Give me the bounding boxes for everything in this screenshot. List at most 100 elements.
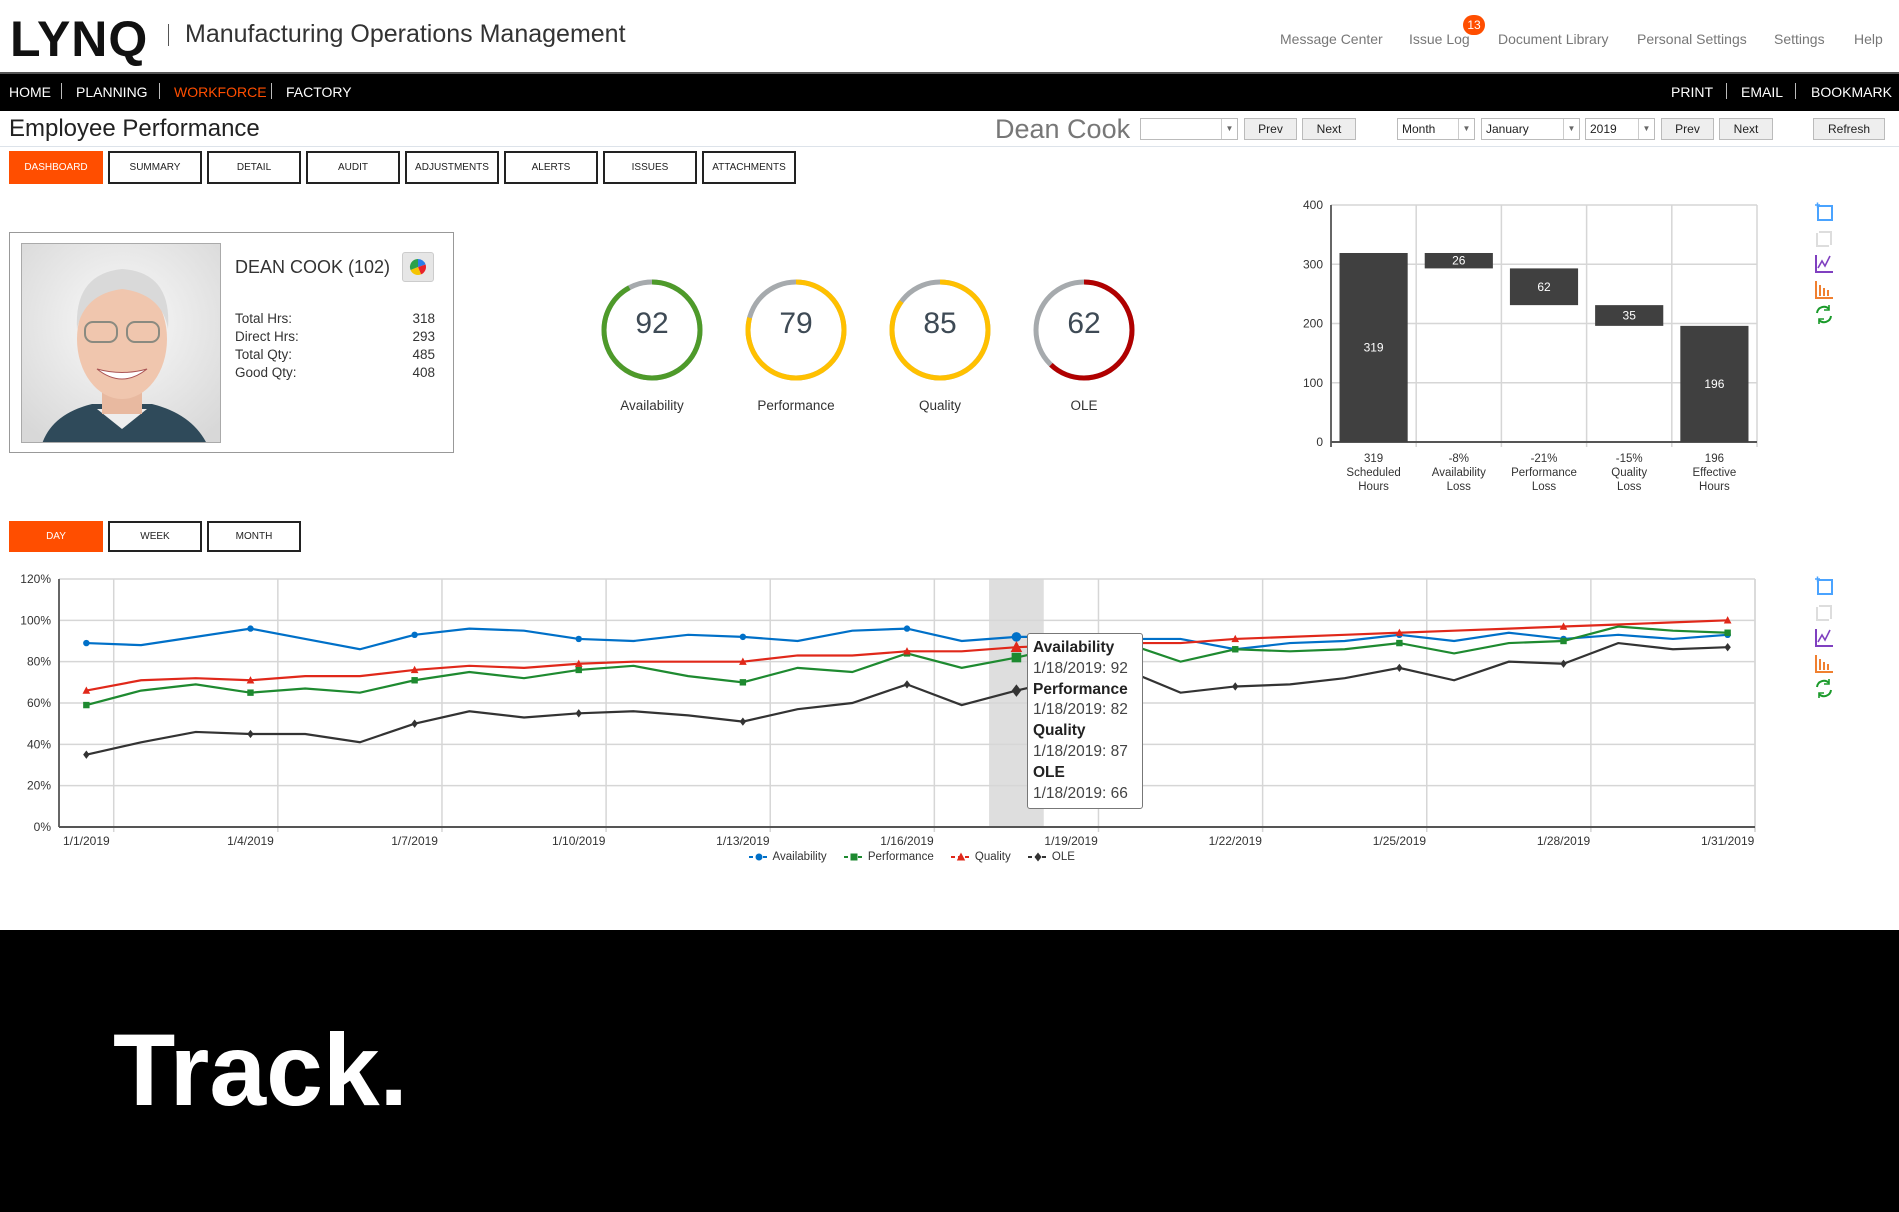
reset-zoom-icon[interactable] — [1812, 227, 1836, 249]
x-tick-label: Performance — [1511, 467, 1577, 479]
prev-period-button[interactable]: Prev — [1661, 118, 1714, 140]
footer-banner: Track. — [0, 930, 1899, 1212]
point-marker — [1011, 632, 1022, 642]
gauge-value: 62 — [1067, 307, 1101, 340]
point-marker — [739, 679, 747, 686]
divider — [0, 146, 1899, 147]
stat-label: Total Qty: — [235, 347, 293, 362]
nav-home[interactable]: HOME — [9, 84, 51, 100]
bar-chart-icon[interactable] — [1812, 278, 1836, 300]
year-select[interactable]: 2019 ▼ — [1585, 118, 1655, 140]
message-center-link[interactable]: Message Center — [1280, 31, 1383, 47]
refresh-icon[interactable] — [1812, 677, 1836, 699]
gauge-label: Performance — [757, 398, 835, 413]
year-value: 2019 — [1590, 122, 1617, 136]
next-employee-button[interactable]: Next — [1302, 118, 1356, 140]
tab-audit[interactable]: AUDIT — [306, 151, 400, 184]
nav-factory[interactable]: FACTORY — [286, 84, 352, 100]
gauge-value: 79 — [779, 307, 813, 340]
x-tick-label: 1/10/2019 — [552, 834, 606, 848]
legend-item-performance[interactable]: Performance — [843, 851, 934, 863]
x-tick-label: 1/22/2019 — [1209, 834, 1263, 848]
app-title: Manufacturing Operations Management — [185, 20, 626, 48]
x-tick-label: Availability — [1432, 467, 1486, 479]
zoom-icon[interactable] — [1812, 575, 1836, 597]
employee-name-heading: Dean Cook — [995, 114, 1131, 144]
waterfall-chart: 0 100 200 300 400 319 319 Scheduled Hours 26 -8% Av… — [1303, 198, 1758, 493]
period-tab-week[interactable]: WEEK — [108, 521, 202, 552]
chevron-down-icon: ▼ — [1221, 119, 1237, 139]
x-tick-label: 196 — [1705, 453, 1724, 465]
chart-legend: Availability Performance Quality OLE — [748, 851, 1091, 863]
chart-tooltip: Availability 1/18/2019: 92 Performance 1… — [1027, 633, 1143, 809]
period-tab-month[interactable]: MONTH — [207, 521, 301, 552]
email-link[interactable]: EMAIL — [1741, 84, 1783, 100]
help-link[interactable]: Help — [1854, 31, 1883, 47]
employee-select[interactable]: ▼ — [1140, 118, 1238, 140]
stat-good-qty: Good Qty: 408 — [235, 365, 435, 380]
zoom-icon[interactable] — [1812, 201, 1836, 223]
point-marker — [1560, 637, 1567, 645]
tab-alerts[interactable]: ALERTS — [504, 151, 598, 184]
point-marker — [1724, 643, 1731, 652]
legend-item-ole[interactable]: OLE — [1027, 851, 1075, 863]
tab-detail[interactable]: DETAIL — [207, 151, 301, 184]
print-link[interactable]: PRINT — [1671, 84, 1713, 100]
period-tab-day[interactable]: DAY — [9, 521, 103, 552]
refresh-icon[interactable] — [1812, 303, 1836, 325]
x-tick-label: 1/16/2019 — [880, 834, 934, 848]
legend-label: Availability — [770, 851, 827, 864]
title-divider — [168, 24, 169, 46]
period-type-select[interactable]: Month ▼ — [1397, 118, 1475, 140]
tab-dashboard[interactable]: DASHBOARD — [9, 151, 103, 184]
x-tick-label: 1/31/2019 — [1701, 834, 1755, 848]
settings-link[interactable]: Settings — [1774, 31, 1825, 47]
y-tick-label: 0% — [34, 820, 52, 834]
x-tick-label: 1/4/2019 — [227, 834, 274, 848]
document-library-link[interactable]: Document Library — [1498, 31, 1609, 47]
line-chart-icon[interactable] — [1812, 252, 1836, 274]
reset-zoom-icon[interactable] — [1812, 601, 1836, 623]
point-marker — [247, 729, 254, 739]
nav-workforce[interactable]: WORKFORCE — [174, 84, 267, 100]
stat-total-qty: Total Qty: 485 — [235, 347, 435, 362]
legend-item-availability[interactable]: Availability — [748, 851, 827, 863]
bar-chart-icon[interactable] — [1812, 652, 1836, 674]
x-tick-label: 1/25/2019 — [1373, 834, 1427, 848]
y-tick-label: 300 — [1303, 257, 1323, 271]
point-marker — [903, 680, 911, 689]
point-marker — [903, 625, 911, 632]
nav-planning[interactable]: PLANNING — [76, 84, 148, 100]
issue-log-link[interactable]: Issue Log — [1409, 31, 1470, 47]
refresh-button[interactable]: Refresh — [1813, 118, 1885, 140]
x-tick-label: -21% — [1531, 453, 1558, 465]
tab-summary[interactable]: SUMMARY — [108, 151, 202, 184]
next-period-button[interactable]: Next — [1719, 118, 1773, 140]
x-tick-label: 1/19/2019 — [1044, 834, 1098, 848]
tooltip-value: 1/18/2019: 82 — [1033, 701, 1128, 719]
personal-settings-link[interactable]: Personal Settings — [1637, 31, 1747, 47]
x-tick-label: 1/13/2019 — [716, 834, 770, 848]
x-tick-label: Loss — [1617, 481, 1642, 493]
y-tick-label: 400 — [1303, 198, 1323, 212]
point-marker — [247, 689, 254, 696]
y-tick-label: 60% — [27, 696, 51, 710]
gauge-label: Availability — [620, 398, 684, 413]
chart-view-button[interactable] — [402, 252, 434, 282]
point-marker — [411, 631, 418, 638]
gauge-value: 85 — [923, 307, 957, 340]
stat-value: 318 — [412, 311, 435, 326]
prev-employee-button[interactable]: Prev — [1244, 118, 1297, 140]
tab-adjustments[interactable]: ADJUSTMENTS — [405, 151, 499, 184]
tab-issues[interactable]: ISSUES — [603, 151, 697, 184]
bookmark-link[interactable]: BOOKMARK — [1811, 84, 1892, 100]
line-chart-icon[interactable] — [1812, 626, 1836, 648]
x-tick-label: -8% — [1449, 453, 1469, 465]
legend-item-quality[interactable]: Quality — [950, 851, 1011, 863]
point-marker — [850, 853, 858, 861]
tab-attachments[interactable]: ATTACHMENTS — [702, 151, 796, 184]
pie-chart-icon — [409, 258, 426, 276]
month-select[interactable]: January ▼ — [1481, 118, 1580, 140]
point-marker — [247, 625, 254, 632]
x-tick-label: 1/1/2019 — [63, 834, 110, 848]
